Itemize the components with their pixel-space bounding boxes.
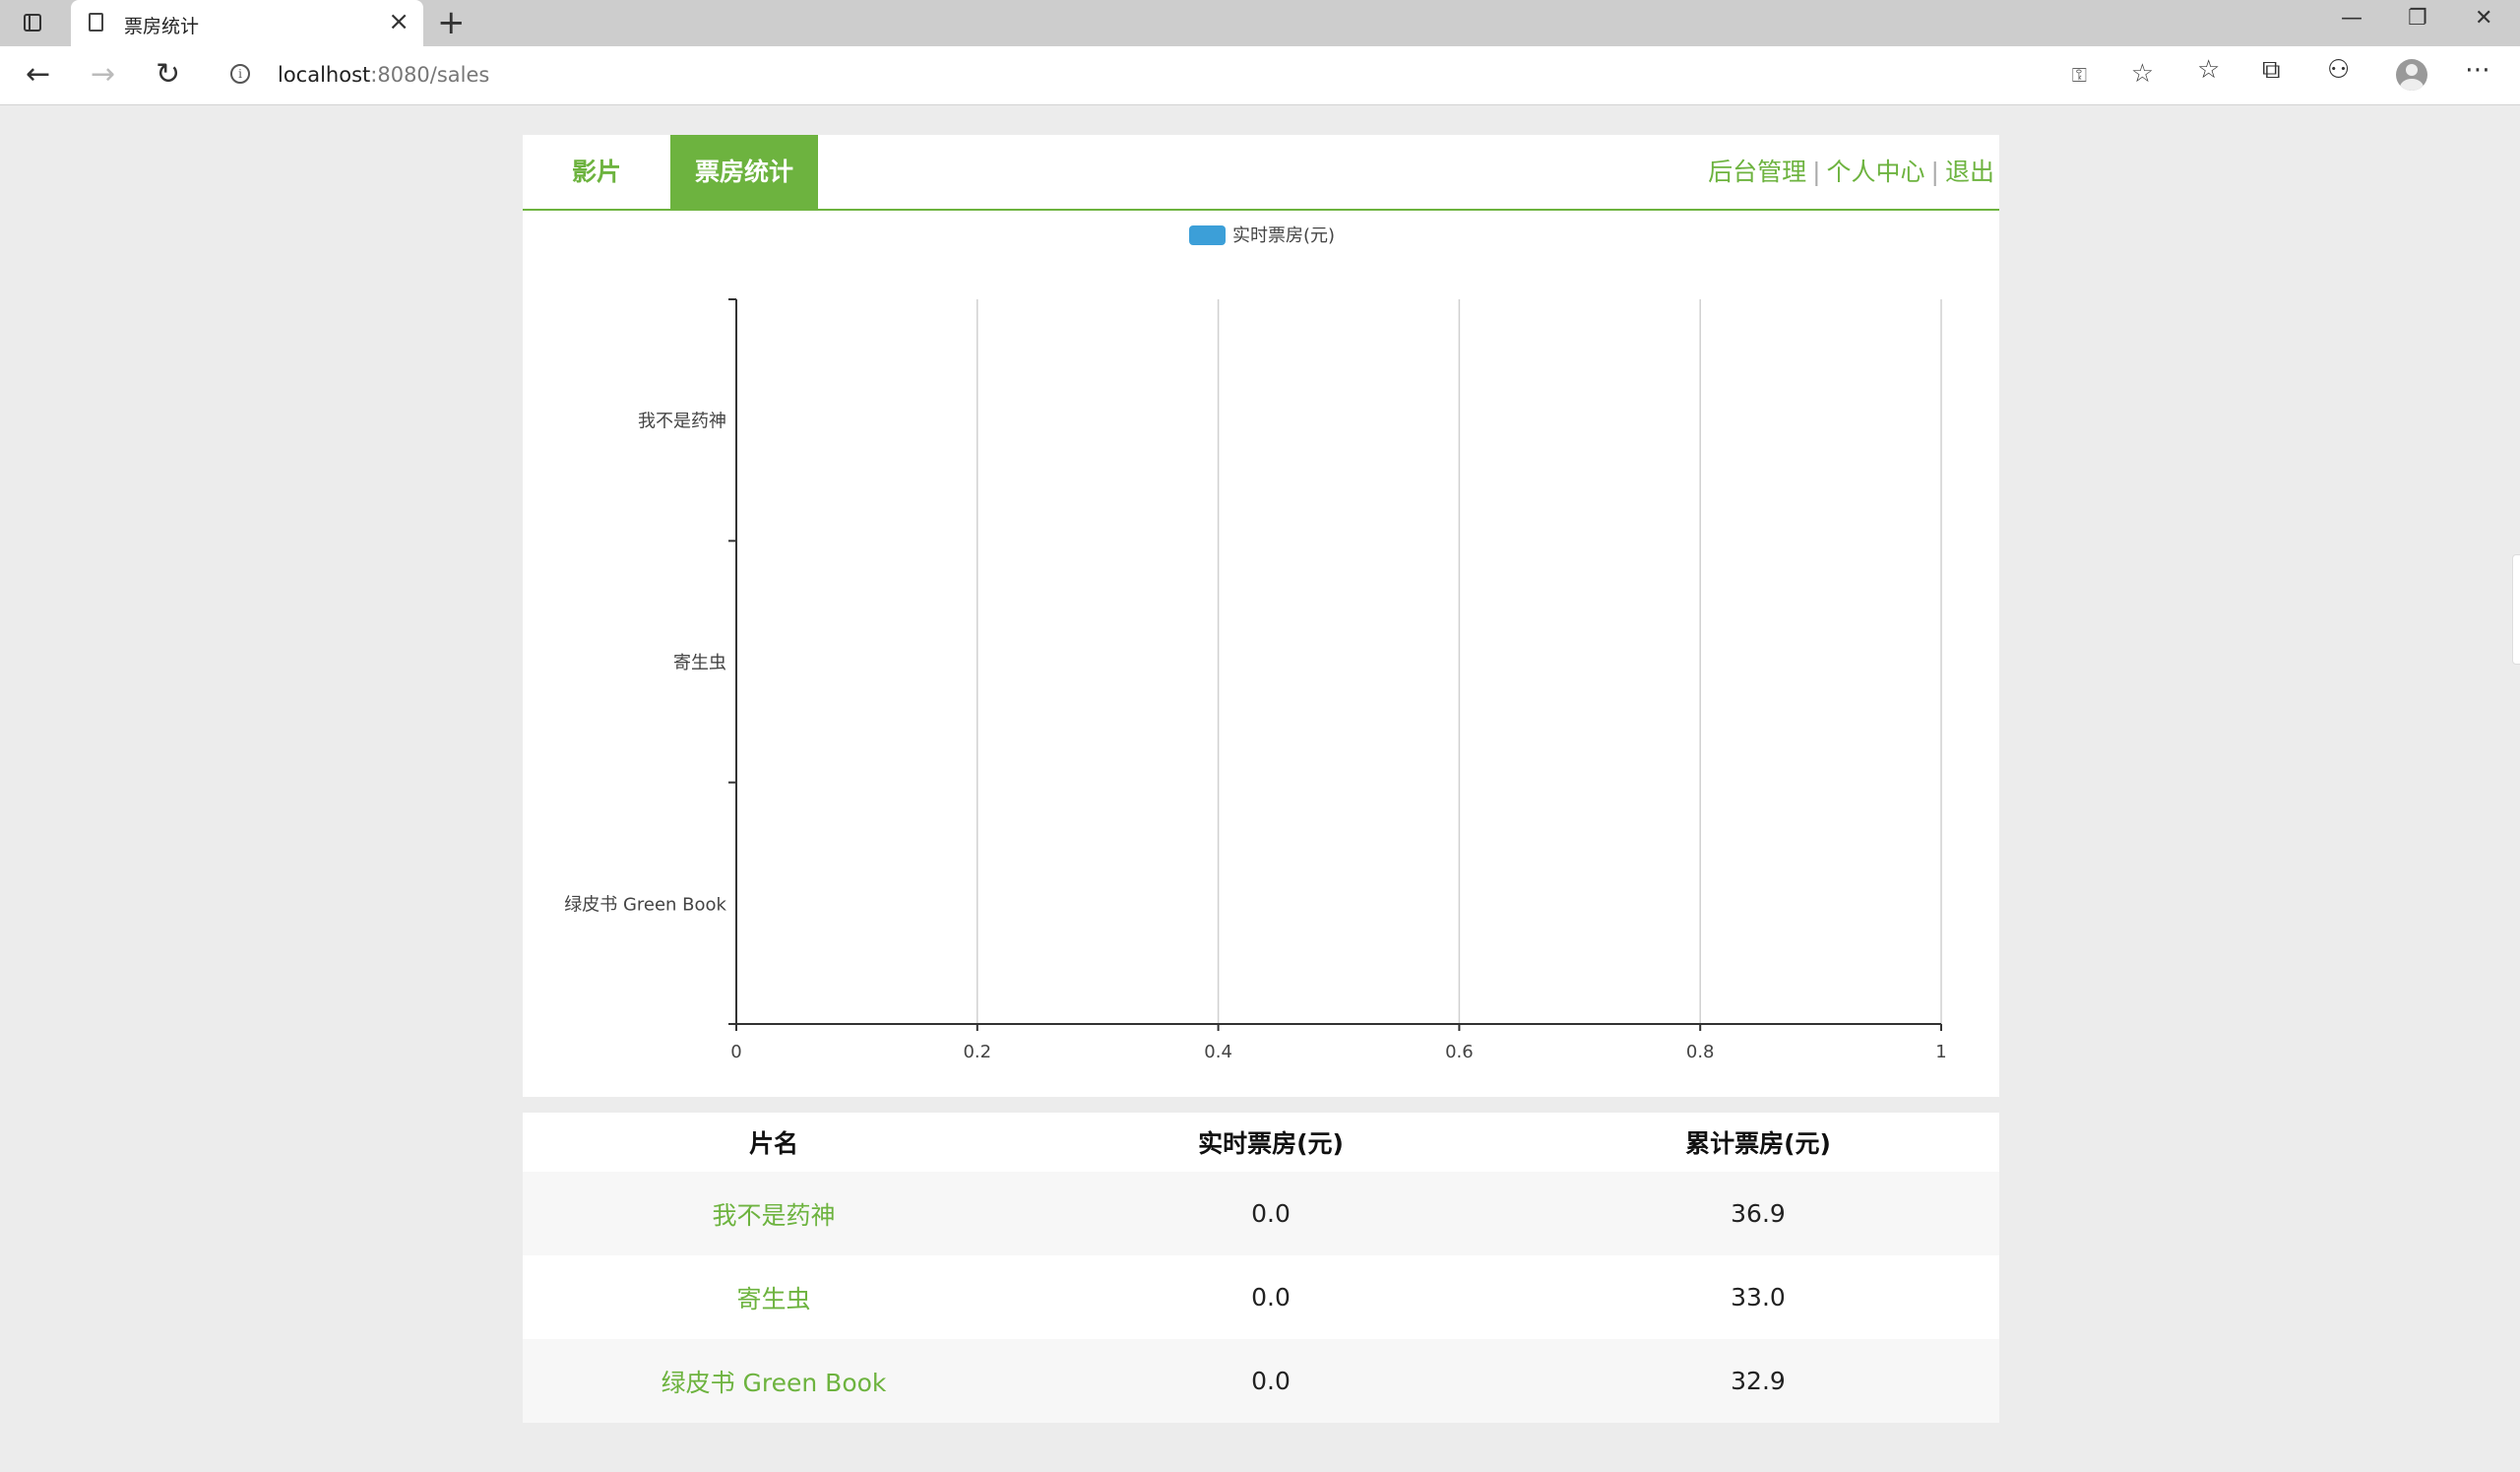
movie-link[interactable]: 绿皮书 Green Book [523, 1339, 1025, 1423]
movie-link[interactable]: 寄生虫 [523, 1255, 1025, 1339]
tab-actions-icon[interactable] [20, 12, 47, 35]
tab-box-office[interactable]: 票房统计 [670, 135, 818, 209]
more-menu-icon[interactable]: ⋯ [2465, 55, 2490, 85]
tab-title: 票房统计 [124, 16, 200, 37]
top-nav: 影片 票房统计 后台管理 | 个人中心 | 退出 [523, 135, 1999, 211]
x-tick-label: 0.4 [1204, 1042, 1232, 1062]
profile-avatar-icon[interactable] [2396, 59, 2427, 91]
realtime-value: 0.0 [1251, 1367, 1291, 1395]
header-realtime: 实时票房(元) [1198, 1129, 1344, 1158]
collections-icon[interactable]: ⧉ [2262, 55, 2281, 86]
box-office-table: 片名 实时票房(元) 累计票房(元) 我不是药神 0.0 36.9 寄生虫 0.… [523, 1113, 1999, 1423]
url-text[interactable]: localhost:8080/sales [278, 63, 489, 87]
realtime-value: 0.0 [1251, 1199, 1291, 1228]
restore-icon[interactable]: ❐ [2408, 6, 2427, 31]
table-row: 寄生虫 0.0 33.0 [523, 1255, 1999, 1339]
url-path: :8080/sales [370, 63, 490, 87]
legend-label: 实时票房(元) [1232, 225, 1335, 246]
browser-toolbar: ← → ↻ i localhost:8080/sales ⚿ ☆ [0, 46, 2520, 105]
forward-icon[interactable]: → [91, 58, 115, 92]
nav-divider: | [1812, 158, 1821, 186]
browser-tab[interactable]: 票房统计 × [71, 0, 423, 46]
password-key-icon[interactable]: ⚿ [2072, 63, 2087, 87]
profile-link[interactable]: 个人中心 [1827, 158, 1925, 186]
total-value: 32.9 [1731, 1367, 1786, 1395]
admin-link[interactable]: 后台管理 [1708, 158, 1806, 186]
chart-panel: 实时票房(元) 0 0.2 0.4 0.6 0.8 1 我不是药神寄生虫绿皮书 Green B… [523, 211, 1999, 1097]
nav-links: 后台管理 | 个人中心 | 退出 [1708, 135, 1994, 209]
site-info-icon[interactable]: i [230, 64, 250, 84]
y-category-label: 寄生虫 [673, 653, 726, 673]
x-tick-label: 0 [730, 1042, 741, 1062]
total-value: 36.9 [1731, 1199, 1786, 1228]
extensions-icon[interactable]: ⚇ [2327, 55, 2350, 85]
logout-link[interactable]: 退出 [1945, 158, 1994, 186]
page-icon [89, 13, 103, 32]
header-total: 累计票房(元) [1685, 1129, 1831, 1158]
table-row: 绿皮书 Green Book 0.0 32.9 [523, 1339, 1999, 1423]
nav-divider: | [1930, 158, 1939, 186]
sidebar-handle[interactable] [2512, 554, 2520, 665]
add-favorite-icon[interactable]: ☆ [2131, 59, 2154, 89]
x-tick-label: 0.6 [1445, 1042, 1474, 1062]
table-row: 我不是药神 0.0 36.9 [523, 1172, 1999, 1255]
window-close-icon[interactable]: ✕ [2475, 6, 2492, 31]
header-title: 片名 [748, 1129, 798, 1158]
x-tick-label: 0.2 [963, 1042, 991, 1062]
y-category-label: 我不是药神 [638, 412, 726, 432]
tab-movies[interactable]: 影片 [523, 135, 670, 209]
legend-swatch [1189, 225, 1226, 245]
table-header-row: 片名 实时票房(元) 累计票房(元) [523, 1113, 1999, 1172]
realtime-value: 0.0 [1251, 1283, 1291, 1312]
movie-link[interactable]: 我不是药神 [523, 1172, 1025, 1255]
reload-icon[interactable]: ↻ [156, 58, 180, 92]
url-host: localhost [278, 63, 371, 87]
total-value: 33.0 [1731, 1283, 1786, 1312]
address-bar[interactable]: i localhost:8080/sales ⚿ ☆ [211, 53, 2174, 96]
box-office-bar-chart: 实时票房(元) 0 0.2 0.4 0.6 0.8 1 我不是药神寄生虫绿皮书 Green B… [564, 225, 1947, 1062]
x-tick-label: 1 [1935, 1042, 1946, 1062]
new-tab-icon[interactable]: + [437, 4, 466, 41]
tab-close-icon[interactable]: × [388, 9, 410, 34]
back-icon[interactable]: ← [26, 58, 50, 92]
favorites-icon[interactable]: ☆ [2197, 55, 2220, 85]
minimize-icon[interactable]: — [2341, 6, 2362, 31]
y-category-label: 绿皮书 Green Book [564, 894, 726, 915]
browser-tabstrip: 票房统计 × + — ❐ ✕ [0, 0, 2520, 46]
x-tick-label: 0.8 [1686, 1042, 1715, 1062]
